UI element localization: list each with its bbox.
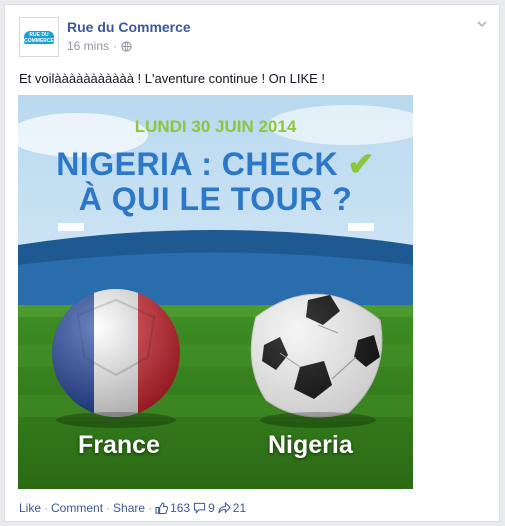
share-icon [218, 502, 231, 514]
comments-count-value: 9 [208, 501, 215, 515]
avatar[interactable]: RUE DU COMMERCE [19, 17, 59, 57]
shares-count[interactable]: 21 [218, 501, 246, 515]
post-time[interactable]: 16 mins [67, 39, 109, 53]
comments-count[interactable]: 9 [193, 501, 215, 515]
checkmark-icon: ✔ [347, 146, 375, 182]
like-button[interactable]: Like [19, 501, 41, 515]
page-name-link[interactable]: Rue du Commerce [67, 19, 191, 35]
image-headline-line1: NIGERIA : CHECK ✔ [18, 145, 413, 183]
image-date: LUNDI 30 JUIN 2014 [134, 117, 297, 136]
share-button[interactable]: Share [113, 501, 145, 515]
action-separator: · [106, 501, 111, 515]
comment-icon [194, 502, 206, 514]
comment-button[interactable]: Comment [51, 501, 103, 515]
action-separator: · [44, 501, 49, 515]
globe-icon[interactable] [121, 40, 132, 52]
team-label-france: France [78, 431, 160, 459]
post-meta: 16 mins · [67, 39, 132, 53]
meta-separator: · [113, 39, 118, 53]
thumbs-up-icon [155, 502, 169, 514]
team-label-nigeria: Nigeria [268, 431, 353, 459]
image-headline-line2: À QUI LE TOUR ? [78, 181, 353, 217]
avatar-logo: RUE DU COMMERCE [24, 30, 54, 44]
post-text: Et voilààààààààààà ! L'aventure continue… [19, 71, 326, 86]
likes-count[interactable]: 163 [155, 501, 190, 515]
action-separator: · [148, 501, 153, 515]
post-actions: Like · Comment · Share · 163 9 21 [19, 501, 246, 515]
post-photo[interactable]: LUNDI 30 JUIN 2014 NIGERIA : CHECK ✔ À Q… [18, 95, 413, 489]
shares-count-value: 21 [232, 501, 247, 515]
likes-count-value: 163 [170, 501, 191, 515]
post-card: RUE DU COMMERCE Rue du Commerce 16 mins … [4, 4, 500, 522]
headline-text: NIGERIA : CHECK [56, 146, 339, 182]
chevron-down-icon[interactable] [475, 17, 489, 31]
